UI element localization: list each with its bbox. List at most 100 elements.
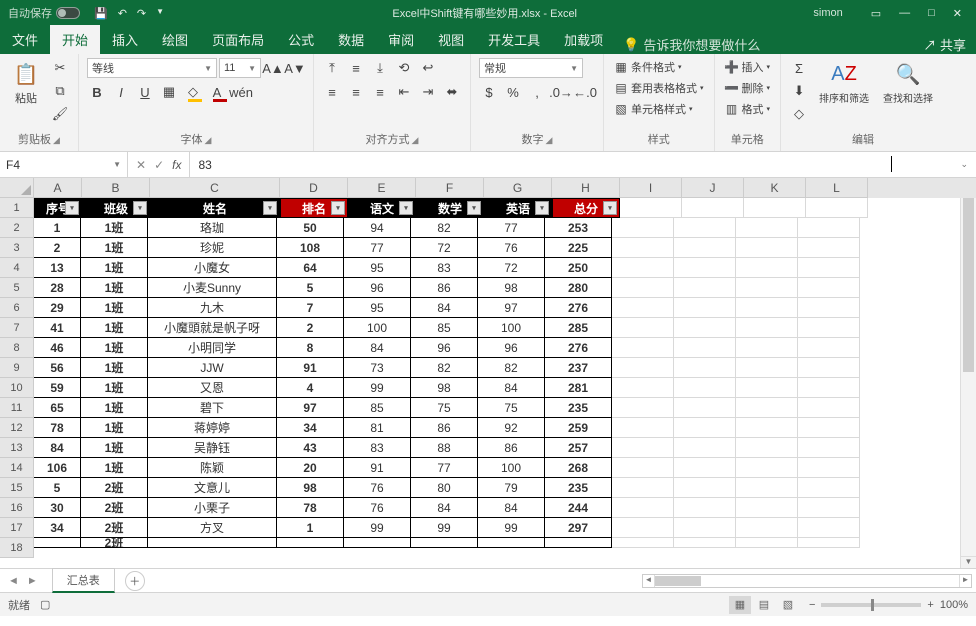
- data-cell[interactable]: 文意儿: [147, 477, 277, 498]
- data-cell[interactable]: 九木: [147, 297, 277, 318]
- data-cell[interactable]: 34: [276, 417, 344, 438]
- data-cell[interactable]: 100: [477, 317, 545, 338]
- cell[interactable]: [798, 278, 860, 298]
- data-cell[interactable]: 75: [410, 397, 478, 418]
- data-cell[interactable]: 陈颖: [147, 457, 277, 478]
- data-cell[interactable]: 88: [410, 437, 478, 458]
- data-cell[interactable]: 30: [33, 497, 81, 518]
- tell-me[interactable]: 💡 告诉我你想要做什么: [623, 35, 760, 54]
- cut-icon[interactable]: ✂: [50, 58, 70, 78]
- filter-icon[interactable]: ▾: [263, 201, 277, 215]
- cell[interactable]: [736, 258, 798, 278]
- row-header-18[interactable]: 18: [0, 538, 34, 558]
- row-header-17[interactable]: 17: [0, 518, 34, 538]
- scroll-thumb[interactable]: [963, 192, 974, 372]
- data-cell[interactable]: 1班: [80, 257, 148, 278]
- cell[interactable]: [798, 538, 860, 548]
- data-cell[interactable]: 小栗子: [147, 497, 277, 518]
- data-cell[interactable]: 77: [343, 237, 411, 258]
- data-cell[interactable]: 1班: [80, 377, 148, 398]
- cell[interactable]: [612, 338, 674, 358]
- data-cell[interactable]: 又恩: [147, 377, 277, 398]
- data-cell[interactable]: 80: [410, 477, 478, 498]
- zoom-value[interactable]: 100%: [940, 599, 968, 611]
- data-cell[interactable]: 1班: [80, 457, 148, 478]
- row-header-4[interactable]: 4: [0, 258, 34, 278]
- cell[interactable]: [674, 358, 736, 378]
- row-header-1[interactable]: 1: [0, 198, 34, 218]
- cell[interactable]: [806, 198, 868, 218]
- row-header-16[interactable]: 16: [0, 498, 34, 518]
- data-cell[interactable]: 225: [544, 237, 612, 258]
- cancel-formula-icon[interactable]: ✕: [136, 158, 146, 172]
- data-cell[interactable]: 98: [410, 377, 478, 398]
- vertical-scrollbar[interactable]: ▲ ▼: [960, 178, 976, 568]
- col-header-G[interactable]: G: [484, 178, 552, 198]
- align-top-icon[interactable]: ⤒: [322, 58, 342, 78]
- tab-插入[interactable]: 插入: [100, 25, 150, 54]
- cells-area[interactable]: 序号▾班级▾姓名▾排名▾语文▾数学▾英语▾总分▾11班珞珈50948277253…: [34, 198, 976, 548]
- cell[interactable]: [674, 398, 736, 418]
- dialog-launcher-icon[interactable]: ◢: [412, 135, 419, 145]
- fill-icon[interactable]: ⬇: [789, 81, 809, 101]
- row-header-10[interactable]: 10: [0, 378, 34, 398]
- filter-icon[interactable]: ▾: [65, 201, 79, 215]
- data-cell[interactable]: 280: [544, 277, 612, 298]
- cell[interactable]: [736, 278, 798, 298]
- cell[interactable]: [674, 278, 736, 298]
- data-cell[interactable]: 29: [33, 297, 81, 318]
- cell[interactable]: [736, 518, 798, 538]
- zoom-in-icon[interactable]: +: [927, 599, 933, 611]
- row-header-12[interactable]: 12: [0, 418, 34, 438]
- data-cell[interactable]: 95: [343, 297, 411, 318]
- delete-cells-button[interactable]: ➖删除▾: [723, 79, 773, 97]
- data-cell[interactable]: 72: [477, 257, 545, 278]
- align-center-icon[interactable]: ≡: [346, 82, 366, 102]
- data-cell[interactable]: 96: [410, 337, 478, 358]
- name-box[interactable]: F4▼: [0, 152, 128, 177]
- number-format-select[interactable]: 常规▼: [479, 58, 583, 78]
- cell[interactable]: [674, 218, 736, 238]
- data-cell[interactable]: 小明同学: [147, 337, 277, 358]
- data-cell[interactable]: 72: [410, 237, 478, 258]
- data-cell[interactable]: 46: [33, 337, 81, 358]
- cell[interactable]: [798, 518, 860, 538]
- cell[interactable]: [736, 398, 798, 418]
- data-cell[interactable]: 85: [410, 317, 478, 338]
- autosave-toggle[interactable]: 自动保存: [0, 5, 88, 21]
- data-cell[interactable]: 1班: [80, 217, 148, 238]
- zoom-slider[interactable]: [821, 603, 921, 607]
- data-cell[interactable]: 59: [33, 377, 81, 398]
- data-cell[interactable]: 1: [276, 517, 344, 538]
- data-cell[interactable]: [410, 537, 478, 548]
- cell[interactable]: [612, 438, 674, 458]
- save-icon[interactable]: 💾: [94, 7, 108, 20]
- normal-view-icon[interactable]: ▦: [729, 596, 751, 614]
- cell[interactable]: [612, 238, 674, 258]
- data-cell[interactable]: 82: [410, 357, 478, 378]
- col-header-L[interactable]: L: [806, 178, 868, 198]
- table-header-班级[interactable]: 班级▾: [82, 198, 150, 218]
- row-header-13[interactable]: 13: [0, 438, 34, 458]
- data-cell[interactable]: 1班: [80, 337, 148, 358]
- undo-icon[interactable]: ↶: [118, 7, 127, 20]
- col-header-H[interactable]: H: [552, 178, 620, 198]
- cell[interactable]: [674, 438, 736, 458]
- merge-center-icon[interactable]: ⬌: [442, 82, 462, 102]
- data-cell[interactable]: 76: [477, 237, 545, 258]
- percent-format-icon[interactable]: %: [503, 82, 523, 102]
- cell[interactable]: [798, 358, 860, 378]
- filter-icon[interactable]: ▾: [399, 201, 413, 215]
- scroll-thumb[interactable]: [655, 576, 701, 586]
- data-cell[interactable]: 97: [276, 397, 344, 418]
- expand-formula-icon[interactable]: ⌄: [960, 159, 968, 170]
- page-layout-view-icon[interactable]: ▤: [753, 596, 775, 614]
- data-cell[interactable]: 41: [33, 317, 81, 338]
- data-cell[interactable]: 85: [343, 397, 411, 418]
- data-cell[interactable]: JJW: [147, 357, 277, 378]
- cell[interactable]: [736, 298, 798, 318]
- fill-color-button[interactable]: ◇: [183, 82, 203, 102]
- accounting-format-icon[interactable]: $: [479, 82, 499, 102]
- cell[interactable]: [736, 338, 798, 358]
- comma-format-icon[interactable]: ,: [527, 82, 547, 102]
